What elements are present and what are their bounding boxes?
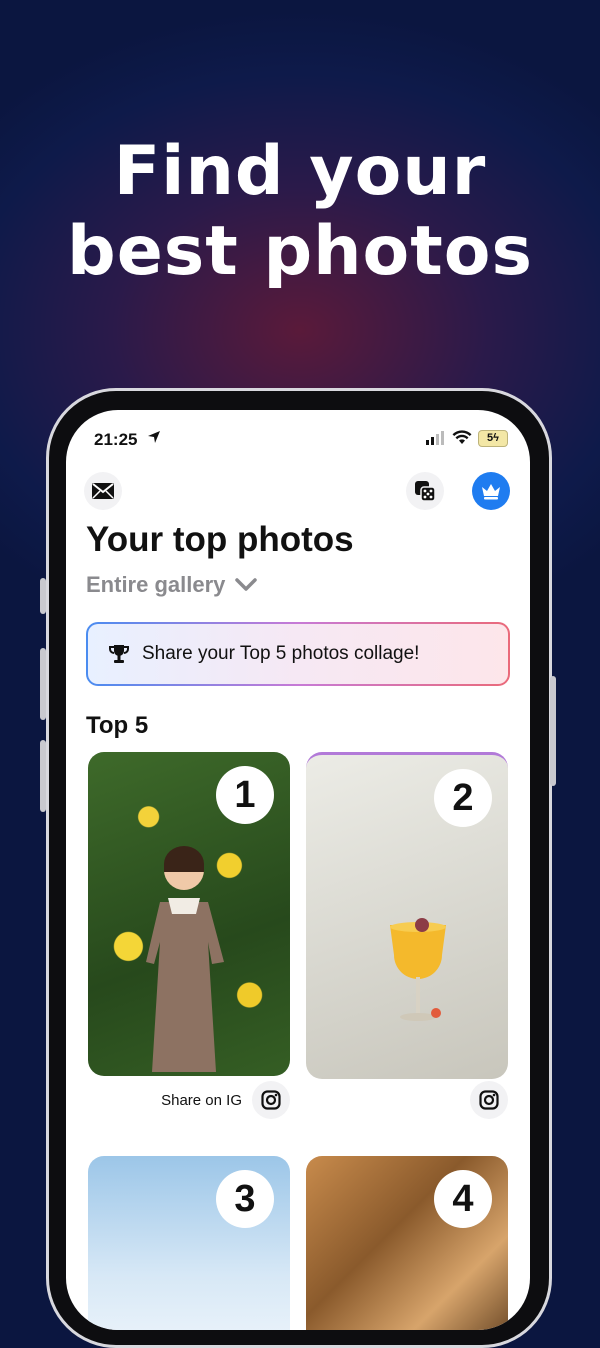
phone-power-button xyxy=(550,676,556,786)
phone-volume-down xyxy=(40,740,46,812)
status-bar: 21:25 5ϟ xyxy=(66,410,530,464)
location-arrow-icon xyxy=(148,431,160,443)
wifi-icon xyxy=(452,430,472,444)
share-on-ig-label: Share on IG xyxy=(161,1091,242,1109)
gallery-scope-label: Entire gallery xyxy=(86,572,226,597)
photo-card-2[interactable]: 2 xyxy=(306,752,508,1079)
rank-badge: 1 xyxy=(216,766,274,824)
premium-button[interactable] xyxy=(472,472,510,510)
share-on-ig-row[interactable]: Share on IG xyxy=(88,1080,290,1120)
share-collage-text: Share your Top 5 photos collage! xyxy=(142,643,420,664)
mail-button[interactable] xyxy=(84,472,122,510)
instagram-share-button[interactable] xyxy=(470,1081,508,1119)
chevron-down-icon xyxy=(235,578,258,591)
headline-line-1: Find your xyxy=(113,132,487,211)
phone-volume-up xyxy=(40,648,46,720)
page-title: Your top photos xyxy=(86,520,354,559)
rank-badge: 3 xyxy=(216,1170,274,1228)
random-button[interactable] xyxy=(406,472,444,510)
status-time: 21:25 xyxy=(94,430,138,449)
photo-card-3[interactable]: 3 xyxy=(88,1156,290,1330)
gallery-scope-dropdown[interactable]: Entire gallery xyxy=(86,572,258,598)
app-screen: 21:25 5ϟ Your top photos Entire gallery … xyxy=(66,410,530,1330)
photo-subject-person xyxy=(146,846,224,1072)
trophy-icon xyxy=(109,645,129,663)
mail-icon xyxy=(92,483,114,499)
rank-badge: 2 xyxy=(434,769,492,827)
instagram-share-button[interactable] xyxy=(252,1081,290,1119)
share-collage-banner[interactable]: Share your Top 5 photos collage! xyxy=(86,622,510,686)
battery-icon: 5ϟ xyxy=(478,430,508,447)
photo-card-4[interactable]: 4 xyxy=(306,1156,508,1330)
promo-headline: Find your best photos xyxy=(0,132,600,292)
phone-mute-switch xyxy=(40,578,46,614)
cellular-signal-icon xyxy=(426,431,444,445)
photo-card-1[interactable]: 1 xyxy=(88,752,290,1076)
photo-subject-cocktail xyxy=(390,918,446,1021)
instagram-icon xyxy=(261,1090,281,1110)
rank-badge: 4 xyxy=(434,1170,492,1228)
headline-line-2: best photos xyxy=(67,212,533,291)
crown-icon xyxy=(482,484,500,500)
instagram-icon xyxy=(479,1090,499,1110)
section-title-top5: Top 5 xyxy=(86,712,149,739)
share-on-ig-row-2[interactable] xyxy=(306,1080,508,1120)
battery-level: 5 xyxy=(487,432,494,444)
dice-icon xyxy=(415,481,436,502)
